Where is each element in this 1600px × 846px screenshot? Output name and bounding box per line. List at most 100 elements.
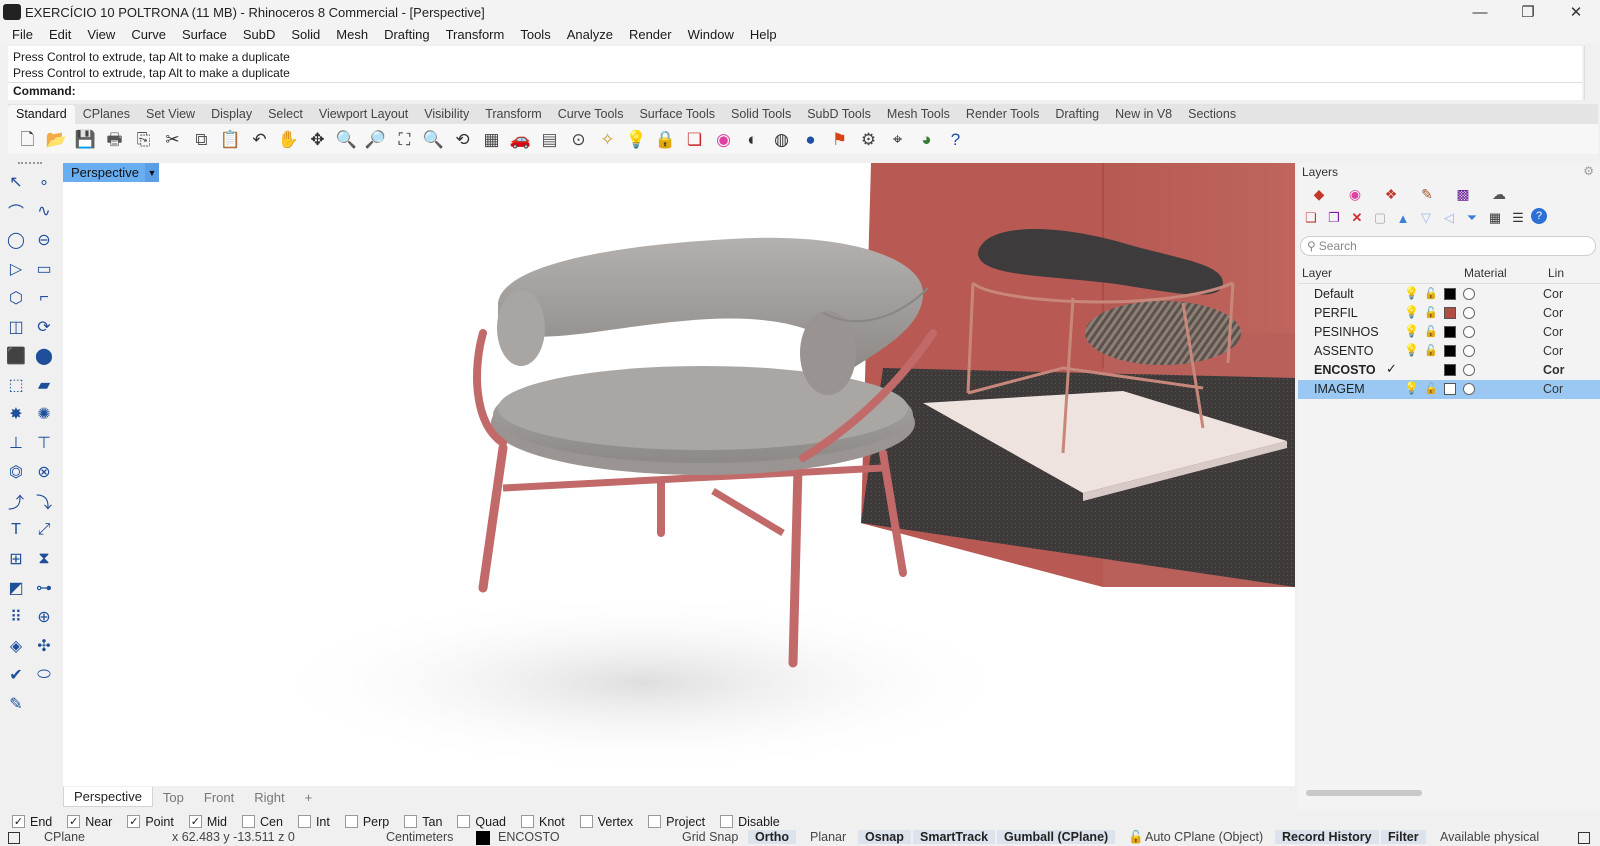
osnap-point[interactable]: ✓ Point (127, 815, 174, 829)
tab-sections[interactable]: Sections (1180, 105, 1244, 124)
menu-curve[interactable]: Curve (123, 27, 174, 42)
layer-linetype[interactable]: Cor (1543, 344, 1563, 358)
zoom-extents-icon[interactable]: ⛶ (393, 128, 416, 151)
layer-row[interactable]: ENCOSTO ✓ Cor (1298, 361, 1600, 380)
status-filter[interactable]: Filter (1381, 830, 1426, 844)
tab-new-in-v8[interactable]: New in V8 (1107, 105, 1180, 124)
status-cplane[interactable]: CPlane (44, 830, 85, 844)
viewport-tab-top[interactable]: Top (153, 788, 194, 807)
tab-surface-tools[interactable]: Surface Tools (631, 105, 723, 124)
unlock-icon[interactable]: 🔓 (1424, 344, 1438, 357)
restore-button[interactable]: ❐ (1504, 0, 1552, 24)
visibility-bulb-icon[interactable]: 💡 (1404, 381, 1419, 395)
osnap-disable[interactable]: Disable (720, 815, 780, 829)
perspective-viewport[interactable] (63, 163, 1295, 786)
materials-tab-icon[interactable]: ◉ (1344, 183, 1366, 205)
text-icon[interactable]: T (4, 518, 28, 542)
menu-transform[interactable]: Transform (438, 27, 513, 42)
column-layer[interactable]: Layer (1302, 266, 1332, 280)
status-current-layer[interactable]: ENCOSTO (498, 830, 560, 844)
rectangle-icon[interactable]: ▭ (32, 257, 56, 281)
menu-mesh[interactable]: Mesh (328, 27, 376, 42)
tab-curve-tools[interactable]: Curve Tools (550, 105, 632, 124)
mirror-icon[interactable]: ⧗ (32, 547, 56, 571)
toolbar-grip[interactable] (18, 162, 42, 166)
menu-subd[interactable]: SubD (235, 27, 284, 42)
status-planar[interactable]: Planar (810, 830, 846, 844)
render-sphere-icon[interactable]: ● (799, 128, 822, 151)
osnap-project[interactable]: Project (648, 815, 705, 829)
layer-name[interactable]: PERFIL (1314, 306, 1358, 320)
add-viewport-tab-button[interactable]: + (295, 788, 323, 807)
offset-icon[interactable]: ⬡ (4, 286, 28, 310)
help-icon[interactable]: ? (944, 128, 967, 151)
menu-window[interactable]: Window (680, 27, 742, 42)
layer-name[interactable]: ASSENTO (1314, 344, 1374, 358)
layer-linetype[interactable]: Cor (1543, 363, 1565, 377)
point-icon[interactable]: ∘ (32, 170, 56, 194)
layer-row[interactable]: PERFIL 💡 🔓 Cor (1298, 304, 1600, 323)
difference-icon[interactable]: ⊗ (32, 460, 56, 484)
cylinder-icon[interactable]: ⬭ (32, 663, 56, 687)
array-icon[interactable]: ⊞ (4, 547, 28, 571)
menu-file[interactable]: File (4, 27, 41, 42)
status-units[interactable]: Centimeters (386, 830, 453, 844)
layer-linetype[interactable]: Cor (1543, 306, 1563, 320)
layer-row[interactable]: PESINHOS 💡 🔓 Cor (1298, 323, 1600, 342)
checkbox[interactable] (344, 815, 358, 828)
osnap-knot[interactable]: Knot (521, 815, 565, 829)
layer-name[interactable]: IMAGEM (1314, 382, 1365, 396)
checkbox[interactable] (648, 815, 662, 828)
help-icon[interactable]: ? (1531, 208, 1547, 224)
unlock-icon[interactable]: 🔓 (1424, 382, 1438, 395)
checkbox[interactable]: ✓ (127, 815, 141, 828)
snapshot-icon[interactable]: ⚑ (828, 128, 851, 151)
tab-standard[interactable]: Standard (8, 105, 75, 124)
menu-edit[interactable]: Edit (41, 27, 79, 42)
status-smarttrack[interactable]: SmartTrack (913, 830, 996, 844)
rotate-view-icon[interactable]: ✥ (306, 128, 329, 151)
osnap-cen[interactable]: Cen (242, 815, 283, 829)
boolean-icon[interactable]: ✸ (4, 402, 28, 426)
panel-toggle-right-icon[interactable] (1578, 832, 1590, 844)
layer-name[interactable]: PESINHOS (1314, 325, 1379, 339)
revolve-icon[interactable]: ⟳ (32, 315, 56, 339)
dimension-icon[interactable]: ⌖ (886, 128, 909, 151)
trim-icon[interactable]: ⊤ (32, 431, 56, 455)
layers-scrollbar[interactable] (1306, 790, 1422, 796)
close-button[interactable]: ✕ (1552, 0, 1600, 24)
status-grid-snap[interactable]: Grid Snap (682, 830, 738, 844)
layer-color-swatch[interactable] (1444, 383, 1456, 395)
panel-toggle-icon[interactable] (8, 832, 20, 844)
menu-help[interactable]: Help (742, 27, 785, 42)
object-props-icon[interactable]: ✧ (596, 128, 619, 151)
visibility-bulb-icon[interactable]: 💡 (1404, 286, 1419, 300)
osnap-perp[interactable]: Perp (344, 815, 389, 829)
print-icon[interactable]: 🖶 (103, 128, 126, 151)
lock-icon[interactable]: 🔒 (654, 128, 677, 151)
menu-view[interactable]: View (79, 27, 123, 42)
undo-view-icon[interactable]: ⟲ (451, 128, 474, 151)
viewport-menu-arrow-icon[interactable]: ▼ (145, 163, 159, 182)
material-circle-icon[interactable] (1463, 364, 1475, 376)
unlock-icon[interactable]: 🔓 (1424, 325, 1438, 338)
table-view-icon[interactable]: ▦ (1485, 208, 1505, 228)
checkbox[interactable] (579, 815, 593, 828)
display-tab-icon[interactable]: ▩ (1452, 183, 1474, 205)
layer-color-swatch[interactable] (1444, 307, 1456, 319)
tab-cplanes[interactable]: CPlanes (75, 105, 138, 124)
ellipse-icon[interactable]: ⊖ (32, 228, 56, 252)
grid-icon[interactable]: ▤ (538, 128, 561, 151)
shade-icon[interactable]: ◐ (741, 128, 764, 151)
move-out-icon[interactable]: ◁ (1439, 208, 1459, 228)
check-icon[interactable]: ✔ (4, 663, 28, 687)
menu-drafting[interactable]: Drafting (376, 27, 438, 42)
osnap-quad[interactable]: Quad (457, 815, 506, 829)
delete-layer-icon[interactable]: ✕ (1347, 208, 1367, 228)
layer-icon[interactable]: ❏ (683, 128, 706, 151)
visibility-bulb-icon[interactable]: 💡 (1404, 343, 1419, 357)
checkbox[interactable] (457, 815, 471, 828)
checkbox[interactable] (242, 815, 255, 828)
solid-box-icon[interactable]: ◩ (4, 576, 28, 600)
checkbox[interactable]: ✓ (67, 815, 81, 828)
